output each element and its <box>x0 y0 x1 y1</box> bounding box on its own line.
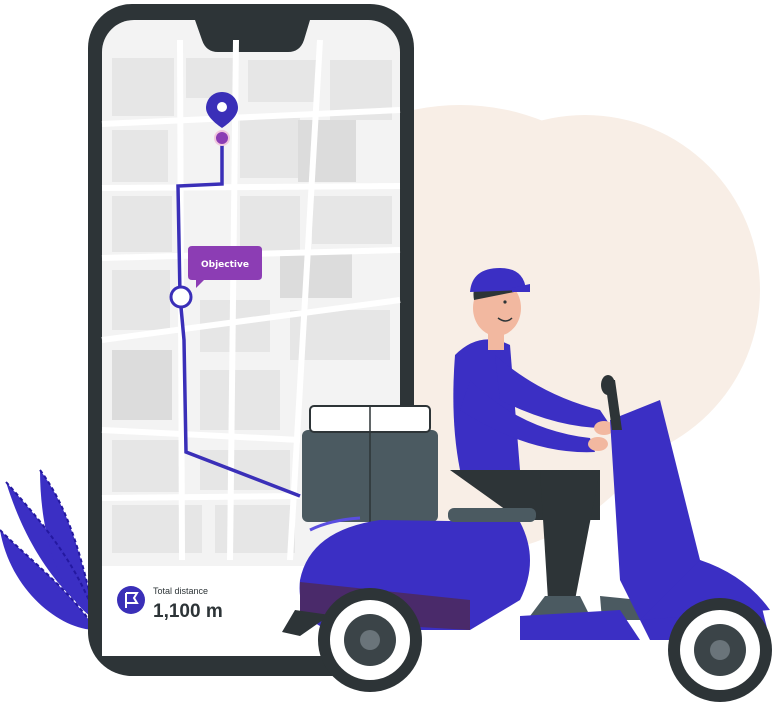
rider-hand <box>588 437 608 451</box>
leaf-plant <box>0 469 97 631</box>
destination-dot <box>214 130 230 146</box>
map-block-dark <box>298 120 356 182</box>
total-distance-label: Total distance <box>153 586 208 596</box>
scooter-rear-wheel <box>318 588 422 692</box>
street <box>101 183 401 191</box>
delivery-illustration: Objective Total distance 1,100 m <box>0 0 779 706</box>
map-block-dark <box>112 350 172 420</box>
rider-eye <box>503 300 507 304</box>
flag-icon <box>117 586 145 614</box>
map-block <box>186 58 236 98</box>
map-block <box>240 118 300 178</box>
scooter-mirror <box>601 375 615 395</box>
map-block <box>312 196 392 244</box>
map-block <box>240 196 300 252</box>
map-block <box>215 505 295 553</box>
map-block <box>200 370 280 430</box>
total-distance-value: 1,100 m <box>153 601 223 622</box>
objective-label: Objective <box>201 260 249 270</box>
rider-leg-front <box>540 470 600 600</box>
map-block-dark <box>280 250 352 298</box>
illustration-svg: Objective Total distance 1,100 m <box>0 4 772 702</box>
map-block <box>112 58 174 116</box>
phone-notch <box>195 20 310 52</box>
map-block <box>112 196 172 252</box>
map-block <box>112 130 168 182</box>
map-block <box>112 505 202 553</box>
map-block <box>200 450 290 490</box>
scooter-front-wheel <box>668 598 772 702</box>
current-location-marker <box>169 285 193 309</box>
map-block <box>112 440 182 492</box>
delivery-box <box>302 405 438 522</box>
street <box>101 493 301 501</box>
scooter-seat <box>448 508 536 522</box>
map-block <box>248 60 318 102</box>
map-block <box>112 270 170 330</box>
